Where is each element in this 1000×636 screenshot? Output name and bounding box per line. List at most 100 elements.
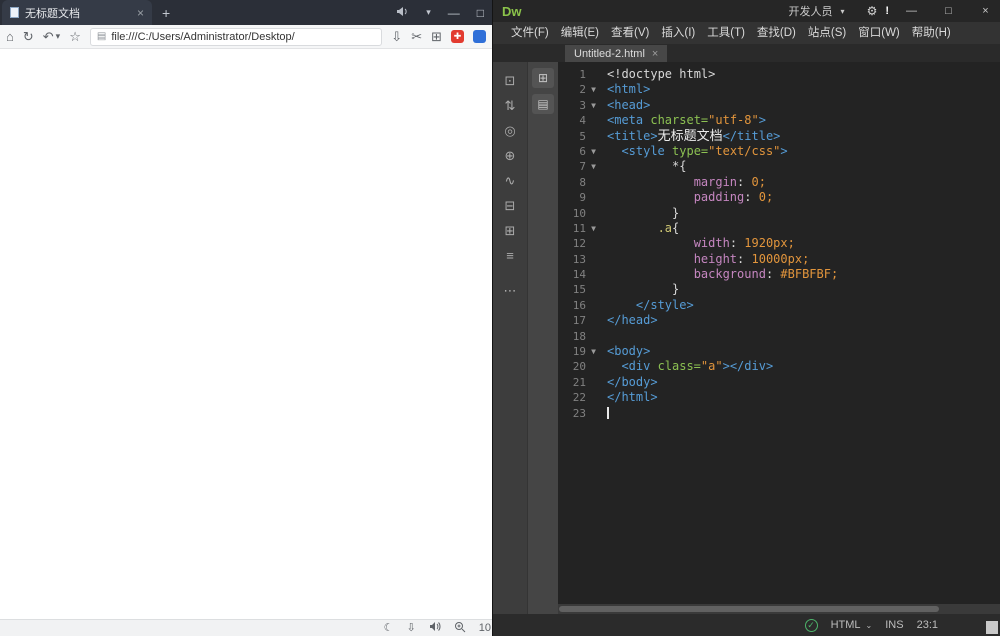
format-source-icon[interactable]: ⊞ — [505, 224, 516, 237]
code-line[interactable]: 6 ▼ <style type="text/css"> — [558, 144, 1000, 159]
fold-arrow-icon[interactable]: ▼ — [586, 159, 601, 174]
undo-dropdown-icon[interactable]: ▾ — [56, 32, 61, 41]
downloads-icon[interactable]: ⇩ — [407, 622, 416, 634]
live-view-options-icon[interactable]: ◎ — [504, 124, 515, 137]
resize-grip[interactable] — [986, 621, 998, 634]
menu-view[interactable]: 查看(V) — [605, 22, 655, 44]
blue-sidebar-icon[interactable] — [473, 30, 486, 43]
code-line[interactable]: 3 ▼ <head> — [558, 98, 1000, 113]
menu-help[interactable]: 帮助(H) — [906, 22, 957, 44]
inspect-icon[interactable]: ⊕ — [505, 149, 516, 162]
code-line[interactable]: 20 <div class="a"></div> — [558, 359, 1000, 374]
zoom-icon[interactable] — [454, 621, 466, 636]
code-line[interactable]: 11 ▼ .a{ — [558, 221, 1000, 236]
code-text: <head> — [601, 98, 650, 113]
address-bar[interactable]: ▤ file:///C:/Users/Administrator/Desktop… — [89, 27, 383, 46]
code-line[interactable]: 13 height: 10000px; — [558, 252, 1000, 267]
linked-files-icon[interactable]: ∿ — [505, 174, 516, 187]
fold-arrow-icon[interactable]: ▼ — [586, 82, 601, 97]
notification-badge: ! — [885, 5, 889, 17]
red-extension-icon[interactable]: ✚ — [451, 30, 464, 43]
code-text: background: #BFBFBF; — [601, 267, 839, 282]
menu-insert[interactable]: 插入(I) — [655, 22, 701, 44]
speaker-icon[interactable] — [429, 621, 441, 635]
home-icon[interactable]: ⌂ — [6, 30, 14, 43]
dw-menubar: 文件(F) 编辑(E) 查看(V) 插入(I) 工具(T) 查找(D) 站点(S) 窗口(W)… — [493, 22, 1000, 44]
fold-arrow-icon[interactable]: ▼ — [586, 98, 601, 113]
dw-maximize-icon[interactable]: □ — [934, 0, 963, 22]
menu-edit[interactable]: 编辑(E) — [555, 22, 605, 44]
chevron-down-icon[interactable]: ▾ — [426, 8, 431, 17]
new-tab-button[interactable]: + — [162, 6, 170, 20]
doc-type-caret-icon[interactable]: ⌄ — [866, 621, 873, 630]
page-icon: ▤ — [96, 31, 107, 42]
scissors-icon[interactable]: ✂ — [411, 30, 422, 43]
code-line[interactable]: 15} — [558, 282, 1000, 297]
code-line[interactable]: 10} — [558, 206, 1000, 221]
code-line[interactable]: 23 — [558, 406, 1000, 421]
code-line[interactable]: 16 </style> — [558, 298, 1000, 313]
undo-icon[interactable]: ↶ — [43, 30, 54, 43]
more-options-icon[interactable]: ⋯ — [504, 284, 517, 297]
code-token: margin — [693, 174, 738, 189]
document-tab-close-icon[interactable]: × — [652, 48, 658, 60]
code-token: type= — [672, 143, 709, 158]
menu-file[interactable]: 文件(F) — [505, 22, 555, 44]
code-token: > — [758, 113, 766, 128]
code-lines[interactable]: 1 <!doctype html> 2 ▼ <html> 3 ▼ <head> 4 <meta c… — [558, 62, 1000, 604]
line-number: 5 — [579, 129, 586, 143]
workspace-caret-icon[interactable]: ▾ — [841, 7, 845, 16]
gear-icon[interactable]: ⚙ — [867, 4, 878, 18]
dw-close-icon[interactable]: × — [971, 0, 1000, 22]
code-line[interactable]: 17 </head> — [558, 313, 1000, 328]
workspace-switcher[interactable]: 开发人员 — [789, 3, 833, 19]
document-tab-untitled2[interactable]: Untitled-2.html × — [565, 45, 668, 62]
code-line[interactable]: 8 margin: 0; — [558, 175, 1000, 190]
code-line[interactable]: 7 ▼ *{ — [558, 159, 1000, 174]
file-management-icon[interactable]: ⇅ — [505, 99, 516, 112]
code-token: <body> — [607, 344, 651, 359]
minimize-icon[interactable]: — — [448, 7, 460, 19]
code-token: "a" — [700, 359, 723, 374]
horizontal-scrollbar[interactable] — [558, 604, 1000, 614]
code-line[interactable]: 19 ▼ <body> — [558, 344, 1000, 359]
tab-close-icon[interactable]: × — [137, 7, 144, 19]
menu-find[interactable]: 查找(D) — [751, 22, 802, 44]
apps-grid-icon[interactable]: ⊞ — [431, 30, 442, 43]
night-mode-icon[interactable]: ☾ — [384, 622, 394, 634]
code-line[interactable]: 9 padding: 0; — [558, 190, 1000, 205]
code-line[interactable]: 14 background: #BFBFBF; — [558, 267, 1000, 282]
code-line[interactable]: 4 <meta charset="utf-8"> — [558, 113, 1000, 128]
code-line[interactable]: 2 ▼ <html> — [558, 82, 1000, 97]
download-icon[interactable]: ⇩ — [391, 30, 402, 43]
maximize-icon[interactable]: □ — [477, 7, 484, 19]
menu-site[interactable]: 站点(S) — [802, 22, 852, 44]
scrollbar-thumb[interactable] — [559, 606, 940, 612]
code-text: <div class="a"></div> — [601, 359, 773, 374]
browser-tab-untitled[interactable]: 无标题文档 × — [2, 0, 152, 25]
code-line[interactable]: 18 — [558, 329, 1000, 344]
apply-comment-icon[interactable]: ⊟ — [505, 199, 516, 212]
fold-arrow-icon[interactable]: ▼ — [586, 221, 601, 236]
open-documents-icon[interactable]: ⊡ — [505, 74, 516, 87]
favorites-star-icon[interactable]: ☆ — [69, 30, 81, 43]
fold-arrow-icon[interactable]: ▼ — [586, 344, 601, 359]
outline-icon[interactable]: ≡ — [506, 249, 514, 262]
dom-panel-icon[interactable]: ⊞ — [532, 68, 554, 88]
code-line[interactable]: 21 </body> — [558, 375, 1000, 390]
doc-type-label[interactable]: HTML — [831, 619, 861, 631]
zoom-level[interactable]: 10 — [479, 622, 491, 634]
insert-panel-icon[interactable]: ▤ — [532, 94, 554, 114]
menu-window[interactable]: 窗口(W) — [852, 22, 906, 44]
code-line[interactable]: 12 width: 1920px; — [558, 236, 1000, 251]
browser-page-content[interactable] — [0, 49, 492, 619]
fold-arrow-icon[interactable]: ▼ — [586, 144, 601, 159]
code-line[interactable]: 1 <!doctype html> — [558, 67, 1000, 82]
dw-minimize-icon[interactable]: — — [897, 0, 926, 22]
menu-tools[interactable]: 工具(T) — [701, 22, 751, 44]
megaphone-icon[interactable] — [396, 6, 409, 19]
refresh-icon[interactable]: ↻ — [23, 30, 34, 43]
code-line[interactable]: 5 <title>无标题文档</title> — [558, 129, 1000, 144]
code-line[interactable]: 22 </html> — [558, 390, 1000, 405]
